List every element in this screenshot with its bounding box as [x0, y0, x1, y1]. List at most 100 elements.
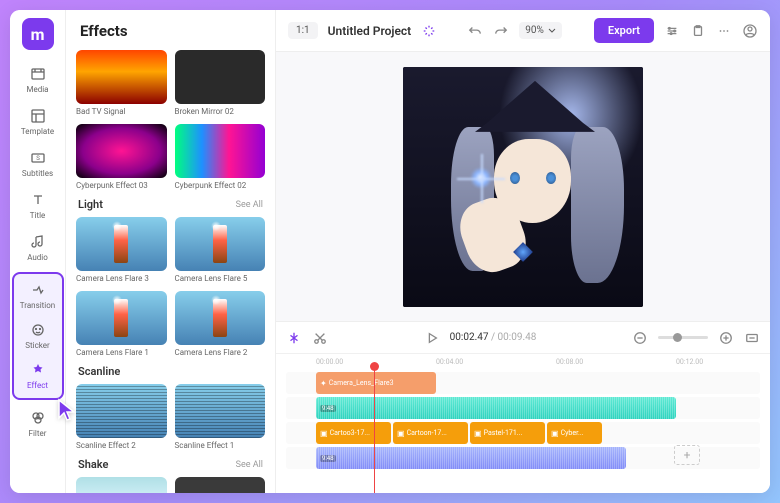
effect-card[interactable]: Camera Lens Flare 3	[76, 217, 167, 283]
clip-label: Cyber...	[561, 429, 584, 437]
timeline-time: 00:02.47 / 00:09.48	[450, 332, 537, 343]
export-button[interactable]: Export	[594, 18, 654, 43]
playhead[interactable]	[374, 368, 375, 493]
zoom-select[interactable]: 90%	[519, 22, 562, 39]
zoom-in-icon[interactable]	[718, 330, 734, 346]
section-title: Light	[78, 198, 103, 211]
rail-audio[interactable]: Audio	[14, 228, 62, 268]
total-time: 00:09.48	[498, 332, 537, 343]
project-name[interactable]: Untitled Project	[328, 24, 412, 38]
effect-thumb	[175, 477, 266, 493]
clip-image[interactable]: ▣Cartoon-17...	[393, 422, 468, 444]
rail-label: Effect	[27, 381, 48, 390]
play-icon[interactable]	[424, 330, 440, 346]
title-icon	[30, 192, 46, 208]
track-audio-2[interactable]: 9:48 +	[286, 447, 760, 469]
track-audio[interactable]: 9:48	[286, 397, 760, 419]
clip-label: Cartoo3-17...	[330, 429, 370, 437]
rail-subtitles[interactable]: S Subtitles	[14, 144, 62, 184]
effect-card[interactable]: Scanline Effect 2	[76, 384, 167, 450]
effect-label: Scanline Effect 1	[175, 441, 266, 450]
clip-audio[interactable]: 9:48	[316, 397, 676, 419]
effect-thumb	[175, 50, 266, 104]
rail-label: Transition	[20, 301, 55, 310]
rail-label: Title	[30, 211, 46, 220]
subtitles-icon: S	[30, 150, 46, 166]
media-icon	[30, 66, 46, 82]
effect-card[interactable]	[76, 477, 167, 493]
timeline-controls: 00:02.47 / 00:09.48	[276, 322, 770, 354]
zoom-out-icon[interactable]	[632, 330, 648, 346]
section-title: Scanline	[78, 365, 120, 378]
clip-effect[interactable]: ✦Camera_Lens_Flare3	[316, 372, 436, 394]
rail-transition[interactable]: Transition	[14, 276, 62, 316]
effect-thumb	[76, 477, 167, 493]
effect-card[interactable]: Broken Mirror 02	[175, 50, 266, 116]
clip-image[interactable]: ▣Cartoo3-17...	[316, 422, 391, 444]
rail-sticker[interactable]: Sticker	[14, 316, 62, 356]
main-area: 1:1 Untitled Project 90% Export	[276, 10, 770, 493]
effect-thumb	[175, 291, 266, 345]
clip-label: Camera_Lens_Flare3	[329, 379, 394, 387]
split-icon[interactable]	[286, 330, 302, 346]
clip-image[interactable]: ▣Cyber...	[547, 422, 602, 444]
more-icon[interactable]	[716, 23, 732, 39]
clip-audio[interactable]: 9:48	[316, 447, 626, 469]
effect-label: Broken Mirror 02	[175, 107, 266, 116]
settings-icon[interactable]	[664, 23, 680, 39]
clipboard-icon[interactable]	[690, 23, 706, 39]
effect-card[interactable]: Camera Lens Flare 5	[175, 217, 266, 283]
image-icon: ▣	[320, 429, 328, 438]
rail-title[interactable]: Title	[14, 186, 62, 226]
timeline-body[interactable]: 00:00.00 00:04.00 00:08.00 00:12.00 ✦Cam…	[276, 354, 770, 493]
aspect-ratio-button[interactable]: 1:1	[288, 22, 318, 39]
rail-label: Template	[21, 127, 54, 136]
effect-card[interactable]: Scanline Effect 1	[175, 384, 266, 450]
preview-canvas[interactable]	[403, 67, 643, 307]
effect-card[interactable]: Camera Lens Flare 2	[175, 291, 266, 357]
rail-label: Sticker	[25, 341, 49, 350]
cut-icon[interactable]	[312, 330, 328, 346]
transition-icon	[30, 282, 46, 298]
section-title: Shake	[78, 458, 108, 471]
effect-thumb	[76, 384, 167, 438]
effect-label: Bad TV Signal	[76, 107, 167, 116]
rail-label: Media	[26, 85, 48, 94]
effect-thumb	[76, 50, 167, 104]
rail-label: Subtitles	[22, 169, 53, 178]
template-icon	[30, 108, 46, 124]
account-icon[interactable]	[742, 23, 758, 39]
image-icon: ▣	[397, 429, 405, 438]
effect-thumb	[76, 291, 167, 345]
redo-icon[interactable]	[493, 23, 509, 39]
effect-label: Camera Lens Flare 3	[76, 274, 167, 283]
magic-icon[interactable]	[421, 23, 437, 39]
undo-icon[interactable]	[467, 23, 483, 39]
track-video[interactable]: ▣Cartoo3-17... ▣Cartoon-17... ▣Pastel-17…	[286, 422, 760, 444]
see-all-link[interactable]: See All	[236, 460, 263, 470]
rail-effect[interactable]: Effect	[14, 356, 62, 396]
track-effect[interactable]: ✦Camera_Lens_Flare3	[286, 372, 760, 394]
see-all-link[interactable]: See All	[236, 200, 263, 210]
effect-card[interactable]: Cyberpunk Effect 03	[76, 124, 167, 190]
effect-label: Cyberpunk Effect 02	[175, 181, 266, 190]
panel-body[interactable]: Bad TV Signal Broken Mirror 02 Cyberpunk…	[66, 50, 275, 493]
topbar: 1:1 Untitled Project 90% Export	[276, 10, 770, 52]
rail-filter[interactable]: Filter	[14, 404, 62, 444]
effect-thumb	[175, 124, 266, 178]
effect-card[interactable]: Cyberpunk Effect 02	[175, 124, 266, 190]
effect-card[interactable]: Camera Lens Flare 1	[76, 291, 167, 357]
zoom-slider[interactable]	[658, 336, 708, 339]
add-track-button[interactable]: +	[674, 445, 700, 465]
fit-icon[interactable]	[744, 330, 760, 346]
app-logo[interactable]: m	[22, 18, 54, 50]
chevron-down-icon	[548, 27, 556, 35]
clip-label: Cartoon-17...	[407, 429, 447, 437]
effect-card[interactable]: Bad TV Signal	[76, 50, 167, 116]
rail-template[interactable]: Template	[14, 102, 62, 142]
clip-image[interactable]: ▣Pastel-171...	[470, 422, 545, 444]
effect-icon	[30, 362, 46, 378]
effect-thumb	[76, 217, 167, 271]
effect-card[interactable]	[175, 477, 266, 493]
rail-media[interactable]: Media	[14, 60, 62, 100]
